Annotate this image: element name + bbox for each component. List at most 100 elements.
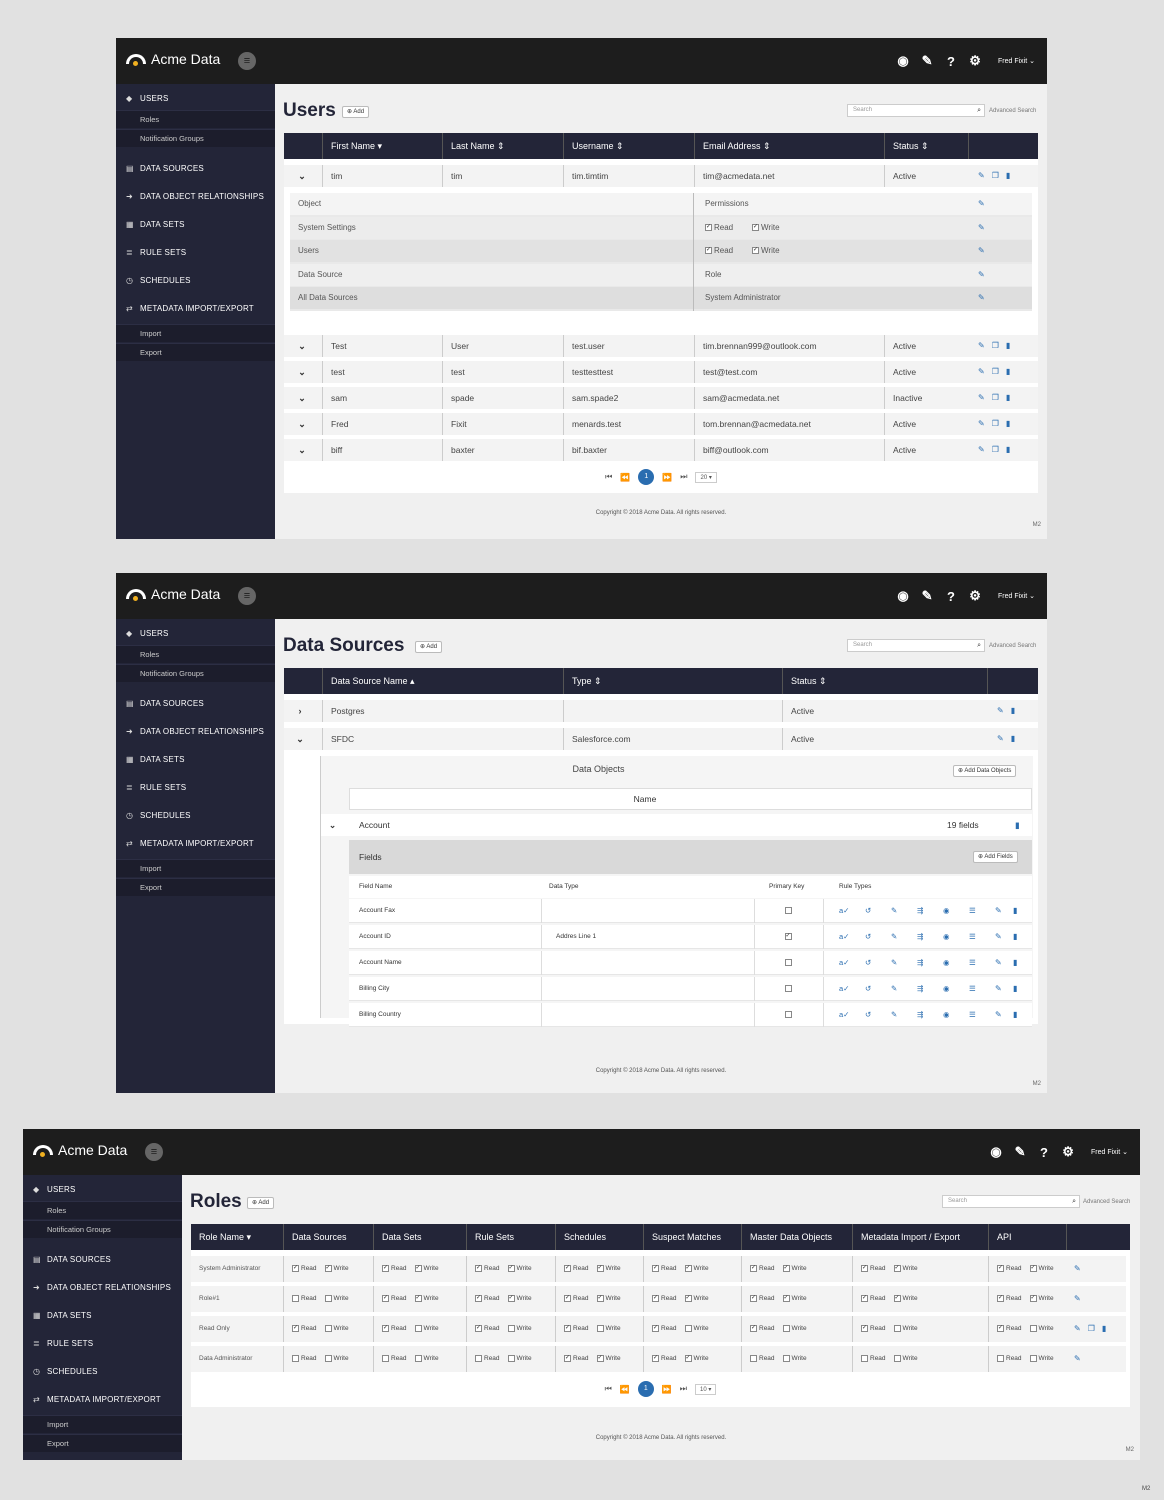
- read-checkbox[interactable]: ✓: [997, 1294, 1004, 1302]
- field-row[interactable]: Billing City a✓ ↺ ✎ ⇶ ◉ ☰ ✎ ▮: [349, 977, 1032, 1001]
- write-checkbox[interactable]: [507, 1354, 515, 1362]
- col-username[interactable]: Username ⇕: [563, 133, 694, 159]
- read-checkbox[interactable]: [292, 1354, 299, 1362]
- chevron-down-icon[interactable]: ⌄: [290, 439, 314, 461]
- last-page-icon[interactable]: ⏭: [680, 1384, 687, 1394]
- read-checkbox[interactable]: ✓: [652, 1324, 659, 1332]
- trash-icon[interactable]: ▮: [1006, 439, 1010, 461]
- first-page-icon[interactable]: ⏮: [605, 1384, 612, 1394]
- sidebar-item-notification-groups[interactable]: Notification Groups: [116, 664, 275, 682]
- chevron-down-icon[interactable]: ⌄: [290, 387, 314, 409]
- field-row[interactable]: Account Name a✓ ↺ ✎ ⇶ ◉ ☰ ✎ ▮: [349, 951, 1032, 975]
- edit-icon[interactable]: ✎: [978, 387, 985, 409]
- sidebar-item-data-sources[interactable]: ▤ DATA SOURCES: [126, 699, 204, 708]
- read-checkbox[interactable]: ✓: [564, 1354, 571, 1362]
- edit-icon[interactable]: ✎: [978, 335, 985, 357]
- page-1-button[interactable]: 1: [638, 469, 655, 485]
- add-data-objects-button[interactable]: ⊕ Add Data Objects: [953, 765, 1017, 777]
- edit-icon[interactable]: ✎: [997, 728, 1004, 750]
- write-checkbox[interactable]: [1029, 1354, 1037, 1362]
- logo[interactable]: Acme Data: [33, 1142, 127, 1158]
- read-checkbox[interactable]: ✓: [861, 1264, 868, 1272]
- page-size-select[interactable]: 10 ▾: [694, 1383, 717, 1395]
- sidebar-item-export[interactable]: Export: [23, 1434, 182, 1452]
- table-row[interactable]: › Postgres Active ✎ ▮: [284, 700, 1038, 722]
- col-role-1[interactable]: Data Sources: [283, 1224, 373, 1250]
- edit-icon[interactable]: ✎: [995, 925, 1002, 949]
- trash-icon[interactable]: ▮: [1102, 1316, 1106, 1342]
- read-checkbox[interactable]: ✓: [292, 1324, 299, 1332]
- edit-icon[interactable]: ✎: [978, 240, 985, 262]
- edit-icon[interactable]: ✎: [978, 193, 985, 215]
- col-role-6[interactable]: Master Data Objects: [741, 1224, 852, 1250]
- help-icon[interactable]: ?: [944, 54, 958, 69]
- edit-icon[interactable]: ✎: [997, 700, 1004, 722]
- write-checkbox[interactable]: [684, 1324, 692, 1332]
- primary-key-checkbox[interactable]: [784, 1010, 792, 1018]
- usb-icon[interactable]: ⇶: [917, 925, 923, 949]
- next-page-icon[interactable]: ⏩: [662, 1385, 672, 1394]
- copy-icon[interactable]: ❐: [992, 413, 999, 435]
- target-icon[interactable]: ◉: [943, 899, 950, 923]
- write-checkbox[interactable]: ✓: [684, 1264, 692, 1272]
- read-checkbox[interactable]: ✓: [861, 1324, 868, 1332]
- usb-icon[interactable]: ⇶: [917, 1003, 923, 1027]
- dashboard-icon[interactable]: ◉: [896, 588, 910, 604]
- menu-toggle-icon[interactable]: ≡: [238, 587, 256, 605]
- sidebar-item-notification-groups[interactable]: Notification Groups: [23, 1220, 182, 1238]
- col-last-name[interactable]: Last Name ⇕: [442, 133, 563, 159]
- read-checkbox[interactable]: ✓: [382, 1294, 389, 1302]
- sidebar-item-data-sets[interactable]: ▦ DATA SETS: [126, 220, 185, 229]
- copy-icon[interactable]: ❐: [992, 439, 999, 461]
- user-menu[interactable]: Fred Fixit ⌄: [1091, 1148, 1128, 1156]
- write-checkbox[interactable]: [782, 1324, 790, 1332]
- col-ds-name[interactable]: Data Source Name ▴: [322, 668, 563, 694]
- write-checkbox[interactable]: ✓: [596, 1264, 604, 1272]
- sidebar-item-export[interactable]: Export: [116, 878, 275, 896]
- add-button[interactable]: ⊕ Add: [342, 106, 370, 118]
- chevron-down-icon[interactable]: ⌄: [290, 361, 314, 383]
- copy-icon[interactable]: ❐: [1088, 1316, 1095, 1342]
- trash-icon[interactable]: ▮: [1013, 977, 1017, 1001]
- add-button[interactable]: ⊕ Add: [415, 641, 443, 653]
- read-checkbox[interactable]: ✓: [382, 1324, 389, 1332]
- write-checkbox[interactable]: [893, 1324, 901, 1332]
- table-row[interactable]: Read Only ✓ Read Write ✓ Read Write ✓ Read Write ✓…: [191, 1316, 1126, 1342]
- edit-rule-icon[interactable]: ✎: [891, 925, 897, 949]
- write-checkbox[interactable]: ✓: [596, 1354, 604, 1362]
- first-page-icon[interactable]: ⏮: [605, 472, 612, 482]
- table-row[interactable]: System Administrator ✓ Read ✓ Write ✓ Read ✓ Wri…: [191, 1256, 1126, 1282]
- spell-check-icon[interactable]: a✓: [839, 977, 849, 1001]
- table-row[interactable]: ⌄ biff baxter bif.baxter biff@outlook.com Act…: [284, 439, 1038, 461]
- sidebar-item-schedules[interactable]: ◷ SCHEDULES: [33, 1367, 98, 1376]
- sidebar-item-data-sets[interactable]: ▦ DATA SETS: [33, 1311, 92, 1320]
- read-checkbox[interactable]: ✓: [564, 1264, 571, 1272]
- field-row[interactable]: Billing Country a✓ ↺ ✎ ⇶ ◉ ☰ ✎ ▮: [349, 1003, 1032, 1027]
- user-menu[interactable]: Fred Fixit ⌄: [998, 592, 1035, 600]
- sidebar-item-roles[interactable]: Roles: [116, 645, 275, 663]
- write-checkbox[interactable]: ✓: [1029, 1264, 1037, 1272]
- write-checkbox[interactable]: ✓: [507, 1294, 515, 1302]
- read-checkbox[interactable]: ✓: [564, 1294, 571, 1302]
- write-checkbox[interactable]: ✓: [893, 1294, 901, 1302]
- edit-icon[interactable]: ✎: [978, 361, 985, 383]
- write-checkbox[interactable]: [1029, 1324, 1037, 1332]
- usb-icon[interactable]: ⇶: [917, 977, 923, 1001]
- chevron-down-icon[interactable]: ⌄: [288, 728, 312, 750]
- copy-icon[interactable]: ❐: [992, 335, 999, 357]
- sidebar-item-users[interactable]: ◆ USERS: [126, 94, 169, 103]
- write-checkbox[interactable]: [324, 1324, 332, 1332]
- write-checkbox[interactable]: ✓: [414, 1264, 422, 1272]
- read-checkbox[interactable]: ✓: [475, 1324, 482, 1332]
- menu-toggle-icon[interactable]: ≡: [145, 1143, 163, 1161]
- prev-page-icon[interactable]: ⏪: [620, 1385, 630, 1394]
- target-icon[interactable]: ◉: [943, 925, 950, 949]
- edit-rule-icon[interactable]: ✎: [891, 899, 897, 923]
- col-role-2[interactable]: Data Sets: [373, 1224, 466, 1250]
- history-icon[interactable]: ↺: [865, 925, 871, 949]
- spell-check-icon[interactable]: a✓: [839, 1003, 849, 1027]
- list-icon[interactable]: ☰: [969, 1003, 976, 1027]
- list-icon[interactable]: ☰: [969, 951, 976, 975]
- edit-icon[interactable]: ✎: [1074, 1346, 1081, 1372]
- settings-icon[interactable]: ⚙: [1061, 1144, 1075, 1160]
